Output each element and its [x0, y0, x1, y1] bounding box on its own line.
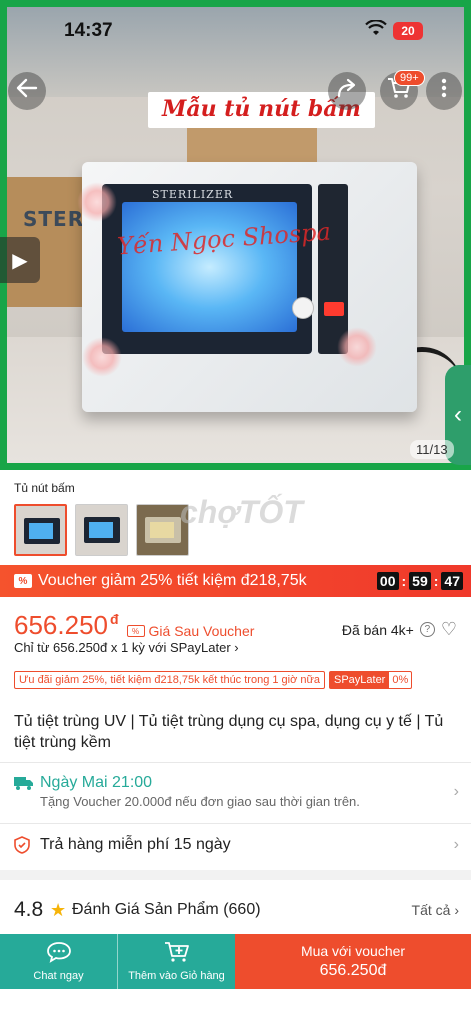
machine-label: STERILIZER [152, 188, 234, 201]
cart-count-badge: 99+ [394, 70, 425, 86]
price-row: 656.250 đ % Giá Sau Voucher [14, 610, 254, 641]
timer-seconds: 47 [441, 572, 463, 590]
countdown-timer: 00 : 59 : 47 [376, 572, 463, 590]
promo-line: Ưu đãi giảm 25%, tiết kiệm đ218,75k kết … [14, 671, 413, 689]
heart-icon[interactable]: ♡ [441, 619, 457, 640]
after-voucher-label: % Giá Sau Voucher [126, 623, 255, 639]
buy-price: 656.250đ [319, 962, 387, 979]
spaylater-badge: SPayLater 0% [328, 671, 413, 689]
add-cart-icon [164, 941, 190, 968]
shop-logo-mark [82, 337, 122, 377]
variation-label: Tủ nút bấm [14, 481, 75, 495]
rating-title: Đánh Giá Sản Phẩm (660) [72, 901, 261, 918]
bottom-action-bar: Chat ngay Thêm vào Giỏ hàng Mua với vouc… [0, 934, 471, 989]
help-icon[interactable]: ? [419, 622, 435, 637]
product-image-carousel[interactable]: STERII STERILIZER Yến Ngọc Shospa Mẫu tủ… [0, 0, 471, 470]
timer-minutes: 59 [409, 572, 431, 590]
share-icon [336, 78, 358, 104]
voucher-percent-icon: % [14, 574, 32, 588]
shop-logo-mark [77, 182, 117, 222]
back-arrow-icon [16, 78, 38, 104]
chevron-right-icon: › [453, 783, 459, 800]
status-time: 14:37 [64, 20, 113, 41]
variation-thumbnail[interactable] [14, 504, 67, 556]
sold-text: Đã bán 4k+ [341, 621, 414, 638]
shield-icon [14, 836, 30, 858]
chat-icon [46, 941, 72, 968]
price-amount: 656.250 [14, 610, 108, 640]
machine-side-panel [318, 184, 348, 354]
buy-with-voucher-button[interactable]: Mua với voucher 656.250đ [235, 934, 471, 989]
variation-thumbnail[interactable] [75, 504, 128, 556]
installment-link[interactable]: Chỉ từ 656.250đ x 1 kỳ với SPayLater › [14, 640, 239, 655]
sold-count: Đã bán 4k+ ? ♡ [342, 619, 457, 640]
image-counter: 11/13 [410, 440, 454, 459]
chevron-right-icon: › [453, 836, 459, 853]
sterilizer-machine: STERILIZER [82, 162, 417, 412]
status-icons: 20 [365, 19, 423, 41]
add-to-cart-button[interactable]: Thêm vào Giỏ hàng [117, 934, 235, 989]
product-title: Tủ tiệt trùng UV | Tủ tiệt trùng dụng cụ… [14, 713, 444, 751]
add-to-cart-label: Thêm vào Giỏ hàng [128, 970, 225, 982]
share-button[interactable] [328, 72, 366, 110]
shipping-note: Tặng Voucher 20.000đ nếu đơn giao sau th… [40, 794, 360, 809]
battery-icon: 20 [393, 21, 423, 40]
star-icon: ★ [50, 900, 67, 920]
return-policy-row[interactable]: Trả hàng miễn phí 15 ngày › [14, 834, 459, 860]
chevron-left-icon: ‹ [454, 401, 462, 428]
promo-text: Ưu đãi giảm 25%, tiết kiệm đ218,75k kết … [14, 671, 325, 689]
rating-row[interactable]: 4.8 ★ Đánh Giá Sản Phẩm (660) Tất cả › [14, 898, 459, 924]
price-currency: đ [109, 611, 119, 627]
rating-score: 4.8 [14, 898, 44, 921]
voucher-tag-icon: % [126, 625, 145, 637]
chat-now-button[interactable]: Chat ngay [0, 934, 117, 989]
shop-logo-mark [337, 327, 377, 367]
chotot-watermark: chợTỐT [180, 494, 303, 530]
shipping-date: Ngày Mai 21:00 [40, 774, 153, 791]
timer-hours: 00 [376, 572, 399, 590]
return-policy-text: Trả hàng miễn phí 15 ngày [40, 836, 231, 853]
voucher-text: Voucher giảm 25% tiết kiệm đ218,75k [38, 572, 307, 589]
variation-thumbnails [14, 504, 189, 556]
divider [0, 762, 471, 763]
buy-label: Mua với voucher [300, 943, 406, 959]
more-icon [441, 78, 447, 104]
flash-voucher-bar[interactable]: % Voucher giảm 25% tiết kiệm đ218,75k 00… [0, 565, 471, 597]
after-voucher-text: Giá Sau Voucher [148, 623, 255, 639]
see-all-link[interactable]: Tất cả › [412, 902, 459, 918]
truck-icon [14, 776, 34, 795]
wifi-icon [365, 19, 387, 41]
play-icon: ▶ [12, 249, 28, 272]
digital-display [324, 302, 344, 316]
more-button[interactable] [426, 72, 462, 110]
play-video-button[interactable]: ▶ [0, 237, 40, 283]
back-button[interactable] [8, 72, 46, 110]
shipping-row[interactable]: Ngày Mai 21:00 Tặng Voucher 20.000đ nếu … [14, 773, 459, 818]
door-knob [292, 297, 314, 319]
chat-label: Chat ngay [33, 970, 84, 982]
section-separator [0, 870, 471, 880]
home-indicator-area [0, 989, 471, 1024]
product-page: STERII STERILIZER Yến Ngọc Shospa Mẫu tủ… [0, 0, 471, 1024]
divider [0, 823, 471, 824]
